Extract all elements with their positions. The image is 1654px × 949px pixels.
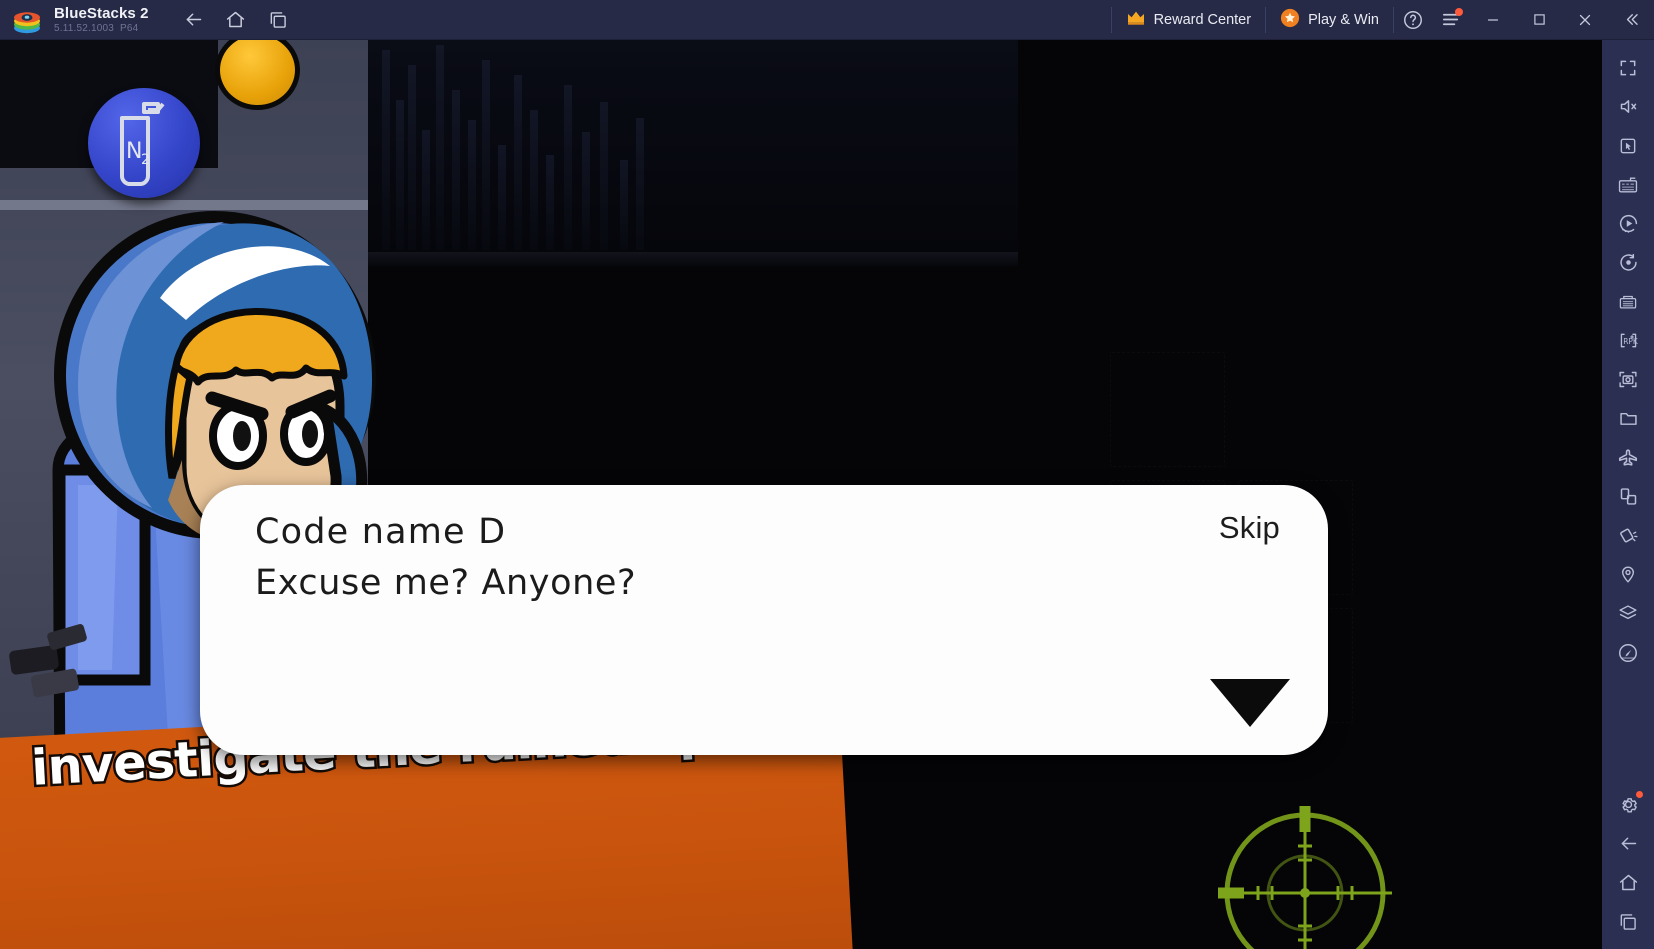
- recent-apps-icon[interactable]: [1608, 902, 1648, 941]
- keyboard-controls-icon[interactable]: [1608, 165, 1648, 204]
- screenshot-icon[interactable]: [1608, 360, 1648, 399]
- layers-icon[interactable]: [1608, 594, 1648, 633]
- back-arrow-icon[interactable]: [1608, 824, 1648, 863]
- dialogue-advance-icon[interactable]: [1210, 679, 1290, 727]
- record-icon[interactable]: [1608, 243, 1648, 282]
- location-icon[interactable]: [1608, 555, 1648, 594]
- titlebar-nav-group: [175, 4, 297, 36]
- dialogue-box[interactable]: Code name D Excuse me? Anyone? Skip: [200, 485, 1328, 755]
- media-folder-icon[interactable]: [1608, 399, 1648, 438]
- bluestacks-logo-icon: [10, 3, 44, 37]
- skip-button[interactable]: Skip: [1219, 510, 1280, 546]
- app-version: 5.11.52.1003 P64: [54, 22, 149, 34]
- game-viewport[interactable]: N 2 investigate Code name D Excuse me? A…: [0, 40, 1602, 949]
- svg-text:2: 2: [141, 152, 150, 168]
- app-title: BlueStacks 2: [54, 4, 149, 22]
- mute-icon[interactable]: [1608, 87, 1648, 126]
- home-icon[interactable]: [1608, 863, 1648, 902]
- svg-text:N: N: [126, 139, 142, 164]
- minimize-button[interactable]: [1470, 0, 1516, 40]
- play-win-label: Play & Win: [1308, 11, 1379, 28]
- menu-notification-dot: [1455, 7, 1463, 16]
- play-and-win-button[interactable]: Play & Win: [1266, 0, 1393, 40]
- reward-center-button[interactable]: Reward Center: [1112, 0, 1266, 40]
- collapse-sidebar-button[interactable]: [1608, 0, 1654, 40]
- version-number: 5.11.52.1003: [54, 22, 115, 34]
- dialogue-line-text: Excuse me? Anyone?: [255, 563, 637, 603]
- game-controls-icon[interactable]: [1608, 126, 1648, 165]
- shake-icon[interactable]: [1608, 516, 1648, 555]
- fullscreen-icon[interactable]: [1608, 48, 1648, 87]
- home-button[interactable]: [217, 4, 255, 36]
- play-win-badge-icon: [1280, 8, 1300, 32]
- build-tag: P64: [120, 22, 139, 34]
- dialogue-speaker-name: Code name D: [255, 512, 507, 552]
- bluestacks-window: BlueStacks 2 5.11.52.1003 P64 Reward Cen…: [0, 0, 1654, 949]
- background-streaks: [378, 40, 658, 250]
- app-identity: BlueStacks 2 5.11.52.1003 P64: [54, 6, 149, 34]
- settings-notification-dot: [1636, 791, 1643, 798]
- gear-icon[interactable]: [1608, 785, 1648, 824]
- reward-center-label: Reward Center: [1153, 11, 1252, 28]
- multi-instance-button[interactable]: [259, 4, 297, 36]
- rotate-screen-icon[interactable]: [1608, 477, 1648, 516]
- performance-meter-icon[interactable]: [1608, 633, 1648, 672]
- targeting-crosshair-icon: [1210, 798, 1400, 949]
- tools-sidebar: RPK: [1602, 40, 1654, 949]
- title-bar: BlueStacks 2 5.11.52.1003 P64 Reward Cen…: [0, 0, 1654, 40]
- svg-text:RPK: RPK: [1623, 337, 1639, 346]
- help-button[interactable]: [1394, 0, 1432, 40]
- back-button[interactable]: [175, 4, 213, 36]
- rpk-icon[interactable]: RPK: [1608, 321, 1648, 360]
- airplane-icon[interactable]: [1608, 438, 1648, 477]
- background-floor-edge: [368, 252, 1018, 266]
- crown-icon: [1126, 10, 1146, 30]
- close-button[interactable]: [1562, 0, 1608, 40]
- macro-play-icon[interactable]: [1608, 204, 1648, 243]
- maximize-button[interactable]: [1516, 0, 1562, 40]
- multi-instance-sync-icon[interactable]: [1608, 282, 1648, 321]
- titlebar-actions: Reward Center Play & Win: [1110, 0, 1654, 40]
- menu-button[interactable]: [1432, 0, 1470, 40]
